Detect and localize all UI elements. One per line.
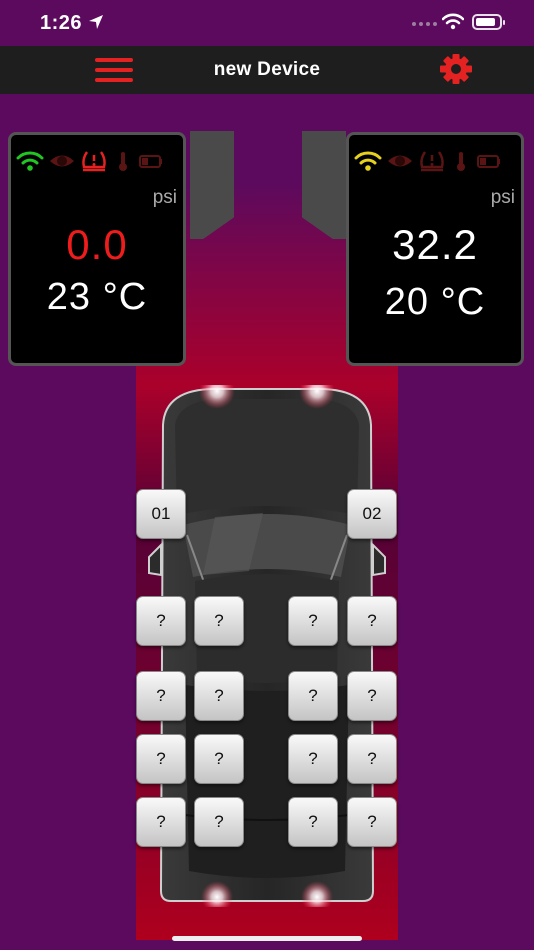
tire-slot-button[interactable]: ?: [194, 797, 244, 847]
tire-slot-button[interactable]: ?: [288, 797, 338, 847]
tire-slot-button[interactable]: ?: [347, 671, 397, 721]
thermometer-icon: [119, 152, 127, 171]
home-indicator[interactable]: [172, 936, 362, 941]
gear-icon[interactable]: [439, 54, 473, 84]
cellular-signal-icon: [412, 22, 437, 26]
pressure-unit-label: psi: [490, 187, 515, 208]
tire-slot-button[interactable]: ?: [136, 734, 186, 784]
tire-slot-button[interactable]: ?: [347, 596, 397, 646]
eye-icon: [50, 155, 74, 167]
tire-slot-button[interactable]: ?: [194, 671, 244, 721]
tire-slot-button[interactable]: ?: [288, 734, 338, 784]
tire-button-front-right[interactable]: 02: [347, 489, 397, 539]
tire-slot-button[interactable]: ?: [136, 797, 186, 847]
status-time: 1:26: [40, 12, 83, 34]
battery-icon: [139, 155, 162, 168]
location-arrow-icon: [89, 15, 103, 29]
status-bar: 1:26: [0, 0, 534, 46]
menu-icon[interactable]: [95, 58, 133, 82]
tire-slot-button[interactable]: ?: [136, 671, 186, 721]
tire-slot-button[interactable]: ?: [136, 596, 186, 646]
wifi-icon: [16, 151, 44, 171]
tire-pressure-value: 32.2: [392, 221, 478, 268]
right-sensor-panel[interactable]: psi 32.2 20 °C: [346, 132, 524, 366]
tire-slot-button[interactable]: ?: [347, 797, 397, 847]
tire-slot-button[interactable]: ?: [288, 671, 338, 721]
tire-slot-button[interactable]: ?: [194, 734, 244, 784]
tire-temperature-value: 23 °C: [46, 276, 148, 318]
tire-button-front-left[interactable]: 01: [136, 489, 186, 539]
tire-slot-button[interactable]: ?: [288, 596, 338, 646]
tire-slot-button[interactable]: ?: [194, 596, 244, 646]
left-status-icons: [16, 150, 164, 172]
thermometer-icon: [457, 152, 465, 171]
pressure-unit-label: psi: [152, 187, 177, 208]
wifi-icon: [354, 151, 382, 171]
nav-bar: new Device: [0, 46, 534, 94]
battery-icon: [477, 155, 500, 168]
battery-status-icon: [472, 14, 505, 30]
tire-pressure-warning-icon: [420, 151, 444, 172]
tire-pressure-warning-icon: [82, 151, 106, 172]
right-status-icons: [354, 150, 502, 172]
wifi-status-icon: [442, 13, 464, 30]
left-sensor-panel[interactable]: psi 0.0 23 °C: [8, 132, 186, 366]
tire-temperature-value: 20 °C: [384, 281, 486, 323]
tire-pressure-value: 0.0: [66, 221, 128, 268]
tire-slot-button[interactable]: ?: [347, 734, 397, 784]
eye-icon: [388, 155, 412, 167]
